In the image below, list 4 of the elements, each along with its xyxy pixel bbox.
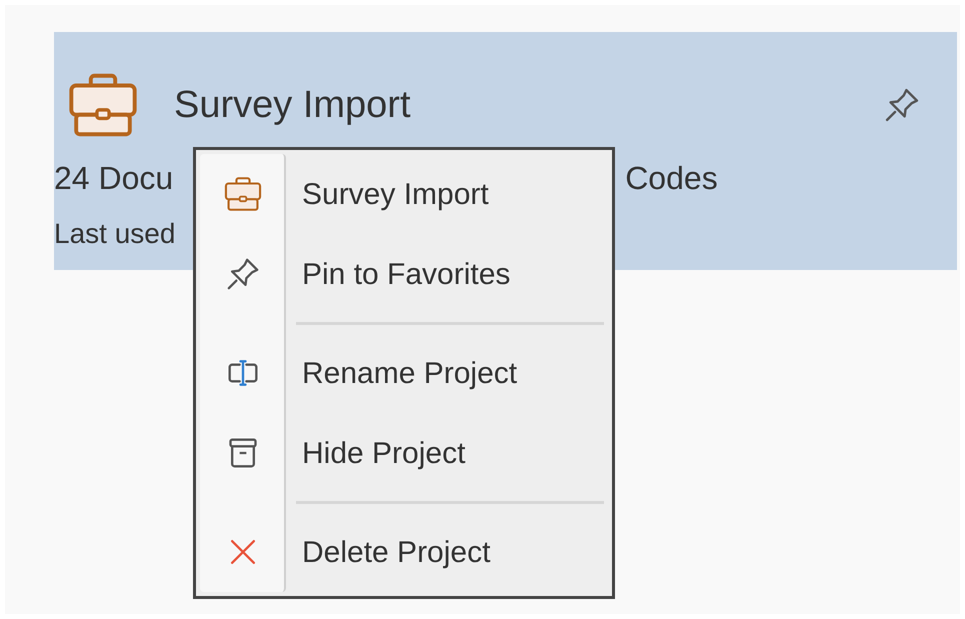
last-used-text: Last used — [54, 220, 176, 248]
project-stats: Codes — [625, 162, 718, 194]
project-title: Survey Import — [174, 86, 411, 124]
project-stats: 24 Docu — [54, 162, 174, 194]
